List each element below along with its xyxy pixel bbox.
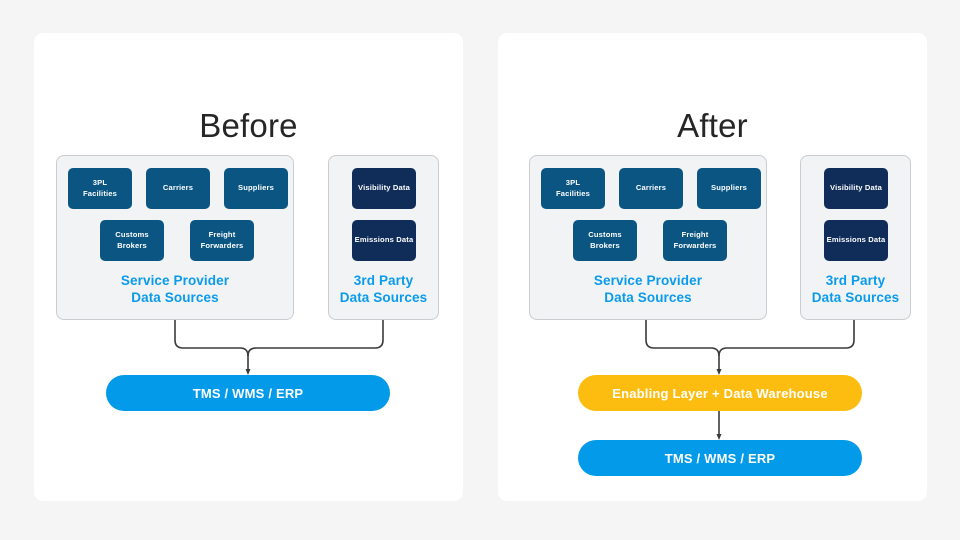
tile-label-line1: Suppliers xyxy=(238,183,274,193)
bar-label: Enabling Layer + Data Warehouse xyxy=(612,385,828,401)
tile-label-line2: Forwarders xyxy=(673,240,717,250)
before-tile-visibility-data: Visibility Data xyxy=(352,168,416,209)
tile-label-line1: Emissions Data xyxy=(826,235,886,245)
tile-label-line1: 3PL xyxy=(92,178,108,187)
after-tile-freight-forwarders: Freight Forwarders xyxy=(663,220,727,261)
before-tile-3pl-facilities: 3PL Facilities xyxy=(68,168,132,209)
group-label-line1: 3rd Party xyxy=(353,273,414,288)
after-tile-carriers: Carriers xyxy=(619,168,683,209)
bar-label: TMS / WMS / ERP xyxy=(192,385,304,401)
after-tile-suppliers: Suppliers xyxy=(697,168,761,209)
after-tile-visibility-data: Visibility Data xyxy=(824,168,888,209)
before-tile-suppliers: Suppliers xyxy=(224,168,288,209)
tile-label-line2: Facilities xyxy=(83,188,117,198)
after-third-party-group: Visibility Data Emissions Data 3rd Party… xyxy=(800,155,911,320)
after-tile-emissions-data: Emissions Data xyxy=(824,220,888,261)
tile-label-line1: Freight xyxy=(208,230,236,239)
after-third-party-label: 3rd Party Data Sources xyxy=(801,272,910,306)
before-service-provider-group: 3PL Facilities Carriers Suppliers Custom… xyxy=(56,155,294,320)
tile-label-line1: Carriers xyxy=(635,183,667,193)
tile-label-line1: Visibility Data xyxy=(830,183,882,193)
before-tile-customs-brokers: Customs Brokers xyxy=(100,220,164,261)
tile-label-line1: Customs Brokers xyxy=(115,230,149,250)
tile-label-line1: Carriers xyxy=(162,183,194,193)
group-label-line2: Data Sources xyxy=(131,290,219,305)
group-label-line2: Data Sources xyxy=(811,290,900,305)
after-tile-3pl-facilities: 3PL Facilities xyxy=(541,168,605,209)
group-label-line1: Service Provider xyxy=(120,273,230,288)
panel-before: Before 3PL Facilities Carriers Suppliers… xyxy=(34,33,463,501)
after-service-provider-group: 3PL Facilities Carriers Suppliers Custom… xyxy=(529,155,767,320)
after-bar-enabling-layer: Enabling Layer + Data Warehouse xyxy=(578,375,862,411)
before-bar-tms-wms-erp: TMS / WMS / ERP xyxy=(106,375,390,411)
tile-label-line1: 3PL xyxy=(565,178,581,187)
group-label-line2: Data Sources xyxy=(604,290,692,305)
before-tile-carriers: Carriers xyxy=(146,168,210,209)
panel-before-title: Before xyxy=(199,107,298,144)
panel-after: After 3PL Facilities Carriers Suppliers … xyxy=(498,33,927,501)
tile-label-line2: Facilities xyxy=(556,188,590,198)
tile-label-line1: Suppliers xyxy=(711,183,747,193)
tile-label-line1: Freight xyxy=(681,230,709,239)
group-label-line1: Service Provider xyxy=(593,273,703,288)
tile-label-line1: Customs Brokers xyxy=(588,230,622,250)
group-label-line1: 3rd Party xyxy=(825,273,886,288)
panel-after-title: After xyxy=(677,107,748,144)
after-service-provider-label: Service Provider Data Sources xyxy=(530,272,766,306)
tile-label-line2: Forwarders xyxy=(200,240,244,250)
before-third-party-group: Visibility Data Emissions Data 3rd Party… xyxy=(328,155,439,320)
group-label-line2: Data Sources xyxy=(339,290,428,305)
before-tile-freight-forwarders: Freight Forwarders xyxy=(190,220,254,261)
diagram-canvas: Before 3PL Facilities Carriers Suppliers… xyxy=(0,0,960,540)
before-third-party-label: 3rd Party Data Sources xyxy=(329,272,438,306)
after-bar-tms-wms-erp: TMS / WMS / ERP xyxy=(578,440,862,476)
after-tile-customs-brokers: Customs Brokers xyxy=(573,220,637,261)
tile-label-line1: Visibility Data xyxy=(358,183,410,193)
bar-label: TMS / WMS / ERP xyxy=(664,450,776,466)
before-tile-emissions-data: Emissions Data xyxy=(352,220,416,261)
tile-label-line1: Emissions Data xyxy=(354,235,414,245)
before-service-provider-label: Service Provider Data Sources xyxy=(57,272,293,306)
